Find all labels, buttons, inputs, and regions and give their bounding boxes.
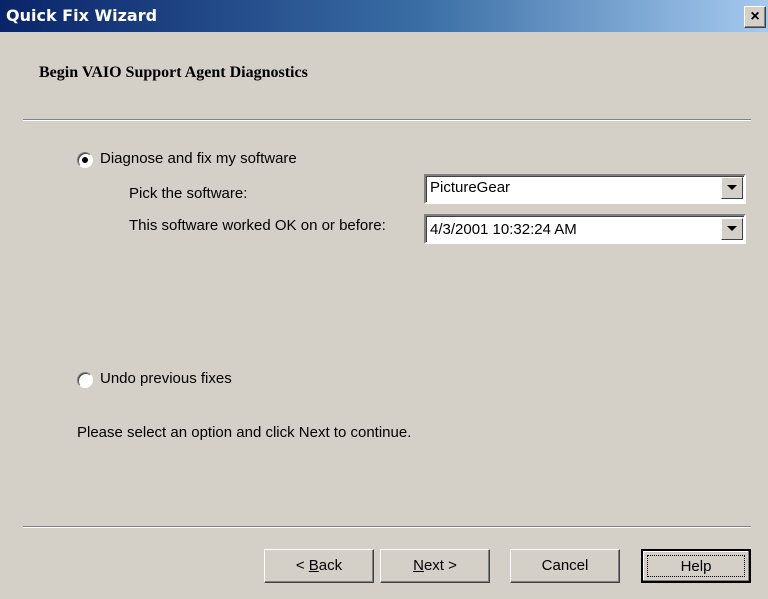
date-label: This software worked OK on or before: <box>129 217 386 234</box>
focus-ring <box>647 555 745 577</box>
title-bar[interactable]: Quick Fix Wizard × <box>0 0 768 32</box>
software-select-value: PictureGear <box>430 179 511 196</box>
back-button[interactable]: < Back <box>264 549 374 583</box>
diagnose-radio[interactable] <box>77 152 93 168</box>
undo-radio[interactable] <box>77 372 93 388</box>
help-button[interactable]: Help <box>641 549 751 583</box>
cancel-button[interactable]: Cancel <box>510 549 620 583</box>
footer-separator <box>23 526 751 528</box>
chevron-down-icon[interactable] <box>721 177 743 199</box>
radio-selected-dot <box>82 157 88 163</box>
software-select[interactable]: PictureGear <box>424 174 746 204</box>
software-label: Pick the software: <box>129 185 248 202</box>
instruction-text: Please select an option and click Next t… <box>77 424 412 441</box>
diagnose-radio-label[interactable]: Diagnose and fix my software <box>100 150 297 167</box>
header-separator <box>23 119 751 121</box>
page-heading: Begin VAIO Support Agent Diagnostics <box>39 64 308 81</box>
next-button[interactable]: Next > <box>380 549 490 583</box>
date-select-value: 4/3/2001 10:32:24 AM <box>430 221 577 238</box>
window-title: Quick Fix Wizard <box>6 6 158 25</box>
chevron-down-icon[interactable] <box>721 218 743 240</box>
close-icon: × <box>750 8 760 25</box>
undo-radio-label[interactable]: Undo previous fixes <box>100 370 232 387</box>
close-button[interactable]: × <box>744 6 766 28</box>
date-select[interactable]: 4/3/2001 10:32:24 AM <box>424 214 746 244</box>
